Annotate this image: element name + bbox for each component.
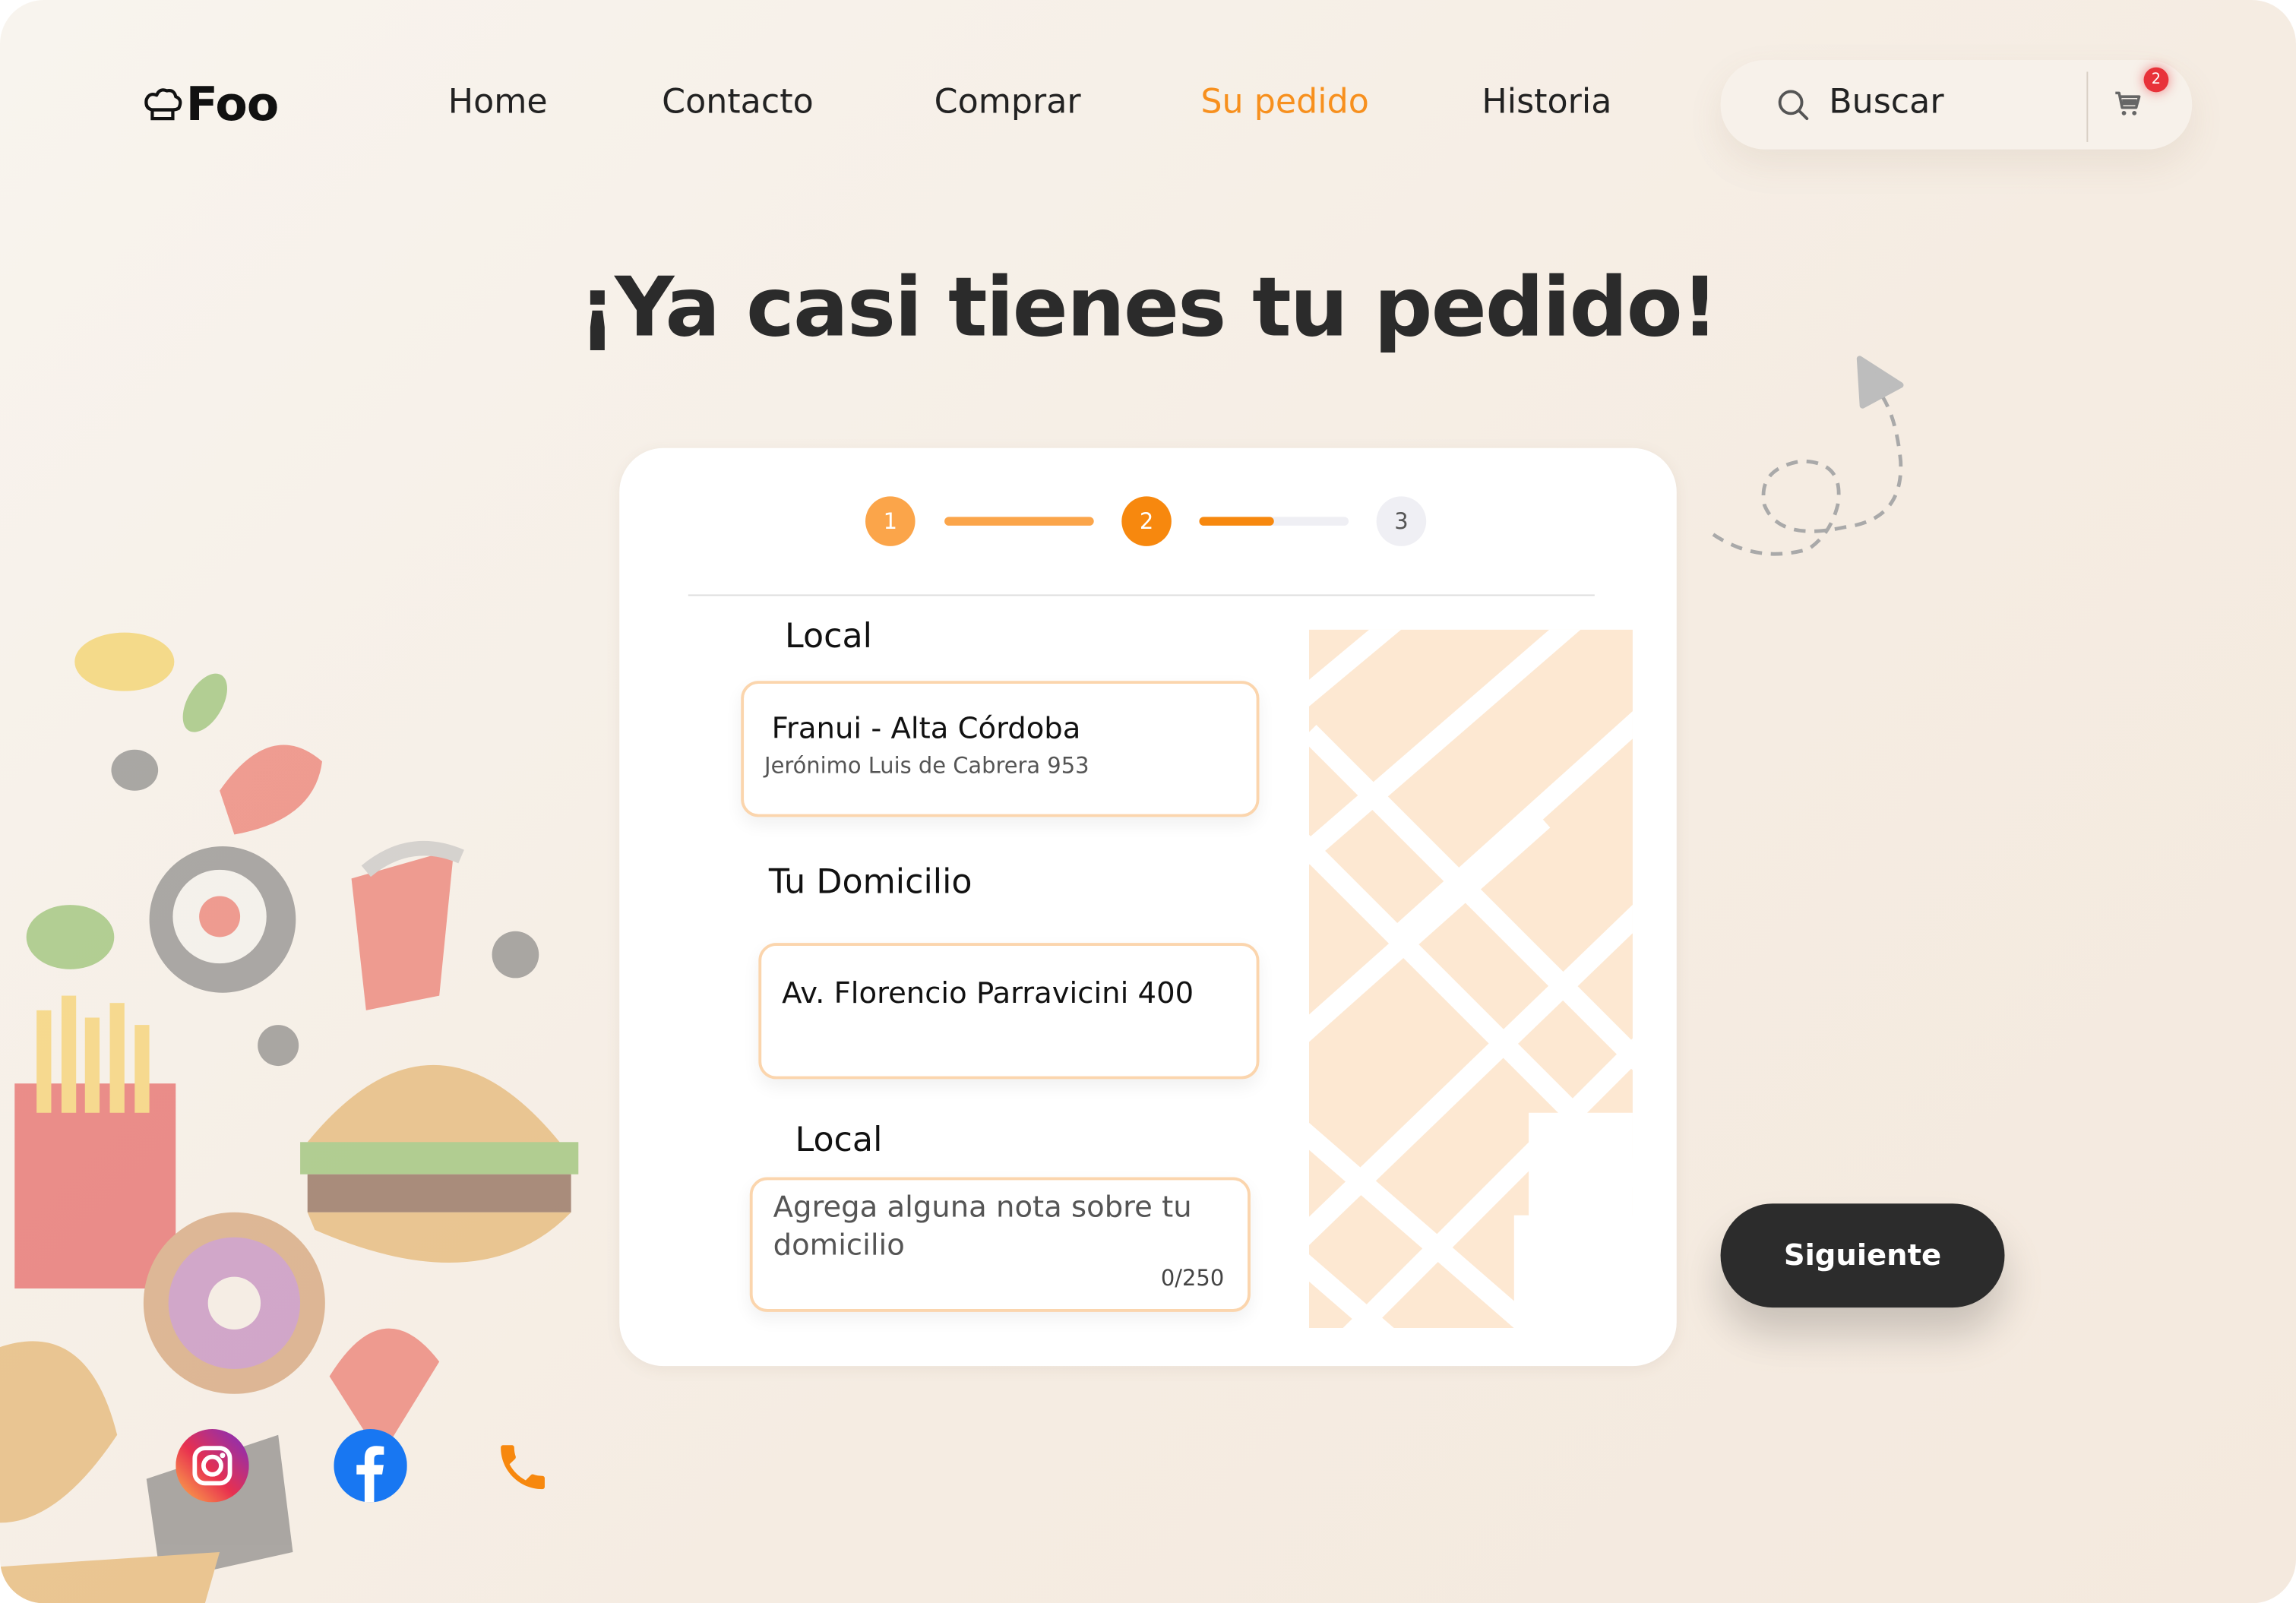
note-label: Local xyxy=(795,1121,883,1160)
pickup-name: Franui - Alta Córdoba xyxy=(771,710,1081,745)
instagram-icon[interactable] xyxy=(176,1429,249,1503)
phone-icon[interactable] xyxy=(492,1438,554,1497)
step-1[interactable]: 1 xyxy=(865,496,916,546)
step-2[interactable]: 2 xyxy=(1121,496,1172,546)
card-divider xyxy=(688,594,1595,596)
nav-su-pedido[interactable]: Su pedido xyxy=(1200,84,1368,122)
next-button[interactable]: Siguiente xyxy=(1720,1203,2005,1308)
note-placeholder: Agrega alguna nota sobre tu domicilio xyxy=(773,1188,1192,1263)
note-textarea[interactable]: Agrega alguna nota sobre tu domicilio 0/… xyxy=(749,1177,1251,1312)
search-input[interactable]: Buscar xyxy=(1829,84,1943,122)
brand-logo[interactable]: Foo xyxy=(142,76,279,132)
brand-name: Foo xyxy=(185,76,279,132)
map-preview[interactable] xyxy=(1309,629,1633,1329)
search-icon xyxy=(1778,90,1809,121)
facebook-icon[interactable] xyxy=(334,1429,407,1503)
step-3[interactable]: 3 xyxy=(1376,496,1427,546)
app-frame: Foo Home Contacto Comprar Su pedido Hist… xyxy=(0,0,2296,1603)
order-card: 1 2 3 Local Franui - Alta Córdoba Jeróni… xyxy=(619,447,1677,1367)
cart-icon[interactable] xyxy=(2113,90,2143,119)
nav-contacto[interactable]: Contacto xyxy=(662,84,814,122)
note-char-counter: 0/250 xyxy=(1160,1265,1225,1292)
pickup-label: Local xyxy=(785,618,872,656)
nav-historia[interactable]: Historia xyxy=(1482,84,1611,122)
cart-badge: 2 xyxy=(2143,67,2169,93)
search-divider xyxy=(2086,71,2089,142)
step-progress-1-2 xyxy=(944,517,1094,526)
nav-comprar[interactable]: Comprar xyxy=(935,84,1081,122)
pickup-location-card[interactable]: Franui - Alta Córdoba Jerónimo Luis de C… xyxy=(741,681,1260,817)
home-label: Tu Domicilio xyxy=(768,864,972,903)
pickup-address: Jerónimo Luis de Cabrera 953 xyxy=(764,752,1089,779)
chef-hat-icon xyxy=(144,88,182,121)
dashed-arrow-decoration xyxy=(1712,356,1904,556)
step-progress-2-3-track xyxy=(1199,517,1349,526)
page-title: ¡Ya casi tienes tu pedido! xyxy=(578,261,1719,356)
step-progress-2-3-fill xyxy=(1199,517,1274,526)
search-bar[interactable]: Buscar 2 xyxy=(1720,60,2193,150)
home-address-field[interactable]: Av. Florencio Parravicini 400 xyxy=(758,943,1260,1080)
nav-home[interactable]: Home xyxy=(448,84,548,122)
home-address-value: Av. Florencio Parravicini 400 xyxy=(782,975,1194,1010)
